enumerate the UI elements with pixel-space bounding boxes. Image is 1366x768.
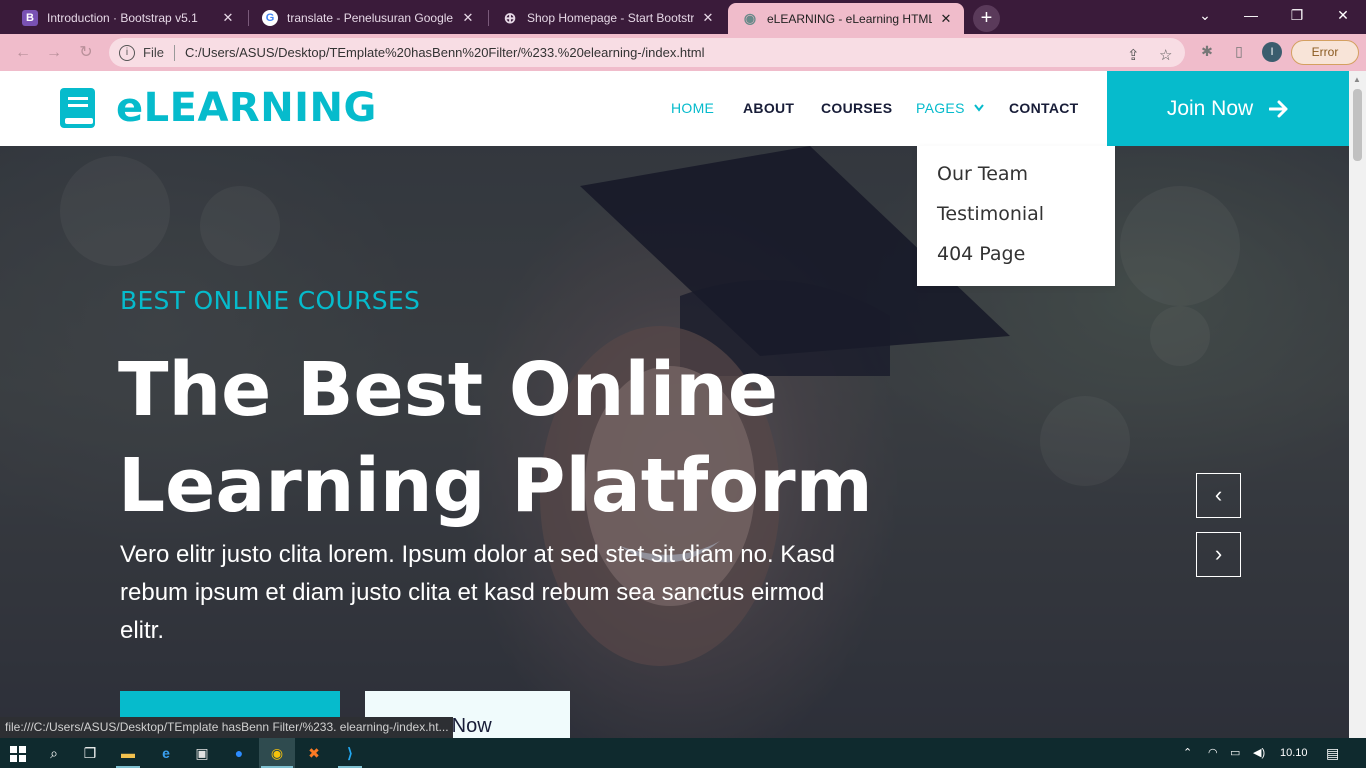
browser-toolbar: ← → ↻ i File C:/Users/ASUS/Desktop/TEmpl…	[0, 34, 1366, 71]
tray-overflow-icon[interactable]: ⌃	[1183, 738, 1192, 768]
join-now-label: Join Now	[1166, 96, 1254, 120]
tab-close-icon[interactable]: ✕	[220, 10, 236, 26]
vscode-icon[interactable]: ⟩	[340, 743, 360, 763]
browser-tab-shop[interactable]: ⊕ Shop Homepage - Start Bootstrap ✕	[488, 4, 726, 31]
file-label: File	[143, 45, 164, 60]
tab-title: translate - Penelusuran Google	[287, 10, 454, 25]
globe-icon: ⊕	[503, 9, 517, 27]
task-view-icon[interactable]: ❐	[80, 743, 100, 763]
nav-courses[interactable]: COURSES	[821, 100, 892, 116]
chrome-icon[interactable]: ◉	[267, 743, 287, 763]
wifi-icon[interactable]: ◠	[1208, 738, 1218, 768]
site-navbar: eLEARNING HOME ABOUT COURSES PAGES CONTA…	[0, 71, 1349, 146]
hero-headline: The Best Online Learning Platform	[118, 342, 878, 534]
bookmark-star-icon[interactable]: ☆	[1159, 46, 1172, 64]
store-icon[interactable]: ▣	[192, 743, 212, 763]
carousel-prev-button[interactable]: ‹	[1196, 473, 1241, 518]
side-panel-icon[interactable]: ▯	[1230, 43, 1248, 61]
pages-dropdown-menu: Our Team Testimonial 404 Page	[917, 146, 1115, 286]
reload-icon[interactable]: ↻	[75, 42, 97, 64]
tab-title: Shop Homepage - Start Bootstrap	[527, 10, 694, 25]
windows-taskbar: ⌕ ❐ ▬ e ▣ ● ◉ ✖ ⟩ ⌃ ◠ ▭ ◀) 10.10 ▤	[0, 738, 1366, 768]
nav-about[interactable]: ABOUT	[743, 100, 794, 116]
chevron-right-icon: ›	[1214, 541, 1223, 566]
browser-tab-bar: B Introduction · Bootstrap v5.1 ✕ G tran…	[0, 0, 1366, 34]
tab-close-icon[interactable]: ✕	[460, 10, 476, 26]
tab-close-icon[interactable]: ✕	[938, 11, 954, 27]
brand-name: eLEARNING	[116, 85, 377, 131]
bootstrap-icon: B	[22, 9, 38, 26]
extensions-icon[interactable]: ✱	[1198, 43, 1216, 61]
volume-icon[interactable]: ◀)	[1253, 738, 1265, 768]
chevron-left-icon: ‹	[1214, 482, 1223, 507]
notifications-icon[interactable]: ▤	[1326, 738, 1339, 768]
tab-search-icon[interactable]: ⌄	[1182, 0, 1228, 30]
page-scrollbar[interactable]: ▲	[1349, 71, 1366, 738]
zoom-icon[interactable]: ●	[229, 743, 249, 763]
nav-home[interactable]: HOME	[671, 100, 714, 116]
new-tab-button[interactable]: +	[973, 5, 1000, 32]
xampp-icon[interactable]: ✖	[304, 743, 324, 763]
close-window-button[interactable]: ✕	[1320, 0, 1366, 30]
address-bar[interactable]: i File C:/Users/ASUS/Desktop/TEmplate%20…	[109, 38, 1185, 67]
web-page: BEST ONLINE COURSES The Best Online Lear…	[0, 71, 1349, 738]
forward-arrow-icon[interactable]: →	[43, 42, 65, 64]
browser-tab-elearning[interactable]: ◉ eLEARNING - eLearning HTML Te ✕	[728, 3, 964, 34]
link-status-bubble: file:///C:/Users/ASUS/Desktop/TEmplate h…	[0, 717, 453, 738]
info-icon[interactable]: i	[119, 44, 135, 61]
book-icon	[60, 88, 95, 128]
chevron-down-icon	[974, 104, 984, 112]
profile-avatar[interactable]: I	[1262, 42, 1282, 62]
address-separator	[173, 44, 175, 61]
clock[interactable]: 10.10	[1280, 738, 1308, 768]
nav-pages[interactable]: PAGES	[916, 100, 984, 116]
search-icon[interactable]: ⌕	[44, 743, 64, 763]
battery-icon[interactable]: ▭	[1230, 738, 1240, 768]
restore-button[interactable]: ❐	[1274, 0, 1320, 30]
globe-icon: ◉	[743, 10, 757, 26]
brand-logo[interactable]: eLEARNING	[59, 85, 377, 131]
edge-icon[interactable]: e	[156, 743, 176, 763]
file-explorer-icon[interactable]: ▬	[118, 743, 138, 763]
browser-tab-google[interactable]: G translate - Penelusuran Google ✕	[248, 4, 486, 31]
error-button[interactable]: Error	[1291, 40, 1359, 65]
scroll-up-icon[interactable]: ▲	[1353, 75, 1361, 84]
share-icon[interactable]: ⇪	[1127, 46, 1140, 64]
tab-close-icon[interactable]: ✕	[700, 10, 716, 26]
hero-lead-text: Vero elitr justo clita lorem. Ipsum dolo…	[120, 541, 835, 644]
back-arrow-icon[interactable]: ←	[12, 42, 34, 64]
windows-start-icon[interactable]	[10, 746, 26, 762]
dropdown-item-our-team[interactable]: Our Team	[917, 160, 1115, 200]
carousel-next-button[interactable]: ›	[1196, 532, 1241, 577]
dropdown-item-404-page[interactable]: 404 Page	[917, 240, 1115, 280]
scrollbar-thumb[interactable]	[1353, 89, 1362, 161]
tab-title: eLEARNING - eLearning HTML Te	[767, 11, 932, 26]
browser-tab-bootstrap[interactable]: B Introduction · Bootstrap v5.1 ✕	[8, 4, 246, 31]
hero-carousel: BEST ONLINE COURSES The Best Online Lear…	[0, 146, 1349, 738]
nav-contact[interactable]: CONTACT	[1009, 100, 1079, 116]
headline-line-1: The Best Online	[118, 347, 779, 433]
join-now-button[interactable]: Join Now	[1107, 71, 1349, 146]
hero-subtitle: BEST ONLINE COURSES	[120, 286, 421, 315]
arrow-right-icon	[1269, 100, 1288, 117]
nav-pages-label: PAGES	[916, 100, 965, 116]
minimize-button[interactable]: —	[1228, 0, 1274, 30]
headline-line-2: Learning Platform	[118, 443, 873, 529]
google-icon: G	[262, 9, 278, 26]
tab-title: Introduction · Bootstrap v5.1	[47, 10, 198, 25]
url-text[interactable]: C:/Users/ASUS/Desktop/TEmplate%20hasBenn…	[185, 45, 705, 60]
dropdown-item-testimonial[interactable]: Testimonial	[917, 200, 1115, 240]
